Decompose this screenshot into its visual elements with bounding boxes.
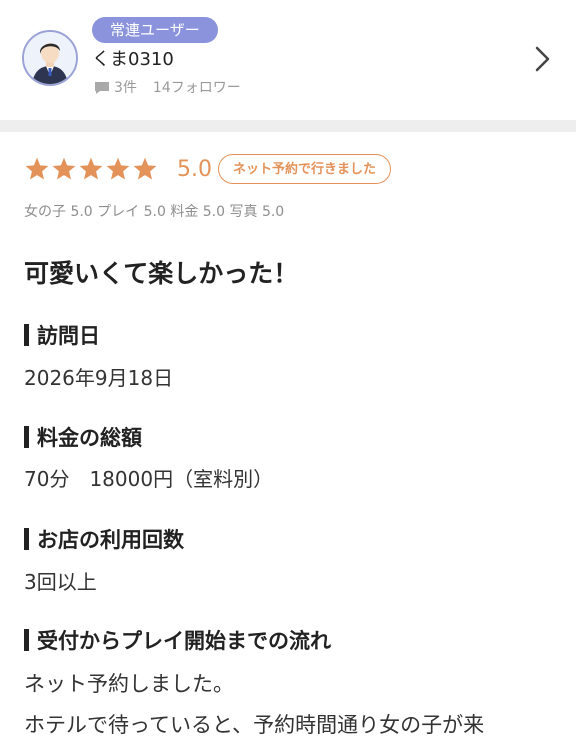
star-icon bbox=[106, 157, 130, 180]
total-price-heading: 料金の総額 bbox=[24, 422, 142, 452]
reviewer-meta: 3件 14フォロワー bbox=[94, 79, 241, 97]
heading-bar bbox=[24, 324, 29, 346]
total-price-value: 70分 18000円（室料別） bbox=[24, 467, 274, 491]
visit-date-value: 2026年9月18日 bbox=[24, 366, 174, 390]
review-title: 可愛いくて楽しかった！ bbox=[24, 259, 299, 288]
review-count: 3件 bbox=[114, 80, 137, 96]
overall-score: 5.0 bbox=[177, 156, 212, 182]
visit-date-label: 訪問日 bbox=[37, 324, 100, 348]
net-reservation-badge: ネット予約で行きました bbox=[218, 154, 392, 184]
total-price-label: 料金の総額 bbox=[37, 426, 142, 450]
rating-row: 5.0 ネット予約で行きました bbox=[24, 152, 392, 186]
visit-count-value: 3回以上 bbox=[24, 570, 97, 594]
comment-icon bbox=[95, 82, 109, 94]
sub-ratings: 女の子 5.0 プレイ 5.0 料金 5.0 写真 5.0 bbox=[24, 204, 285, 220]
reviewer-name[interactable]: くま0310 bbox=[92, 48, 174, 72]
heading-bar bbox=[24, 528, 29, 550]
visit-date-heading: 訪問日 bbox=[24, 320, 100, 350]
flow-label: 受付からプレイ開始までの流れ bbox=[37, 629, 331, 653]
star-icon bbox=[133, 157, 157, 180]
avatar[interactable] bbox=[22, 30, 78, 86]
follower-count: 14フォロワー bbox=[152, 80, 241, 96]
star-icon bbox=[79, 157, 103, 180]
regular-user-badge: 常連ユーザー bbox=[92, 17, 218, 43]
flow-heading: 受付からプレイ開始までの流れ bbox=[24, 625, 331, 655]
star-rating bbox=[24, 156, 159, 182]
visit-count-heading: お店の利用回数 bbox=[24, 524, 184, 554]
star-icon bbox=[25, 157, 49, 180]
visit-count-label: お店の利用回数 bbox=[37, 528, 184, 552]
heading-bar bbox=[24, 426, 29, 448]
chevron-right-icon[interactable] bbox=[530, 44, 554, 74]
review-body-line: ホテルで待っていると、予約時間通り女の子が来 bbox=[24, 713, 485, 737]
review-page: 常連ユーザー くま0310 3件 14フォロワー 5.0 ネット予約で行きました… bbox=[0, 0, 576, 754]
section-divider bbox=[0, 120, 576, 132]
reviewer-card[interactable]: 常連ユーザー くま0310 3件 14フォロワー bbox=[0, 0, 576, 120]
review-body-line: ネット予約しました。 bbox=[24, 672, 234, 696]
star-icon bbox=[52, 157, 76, 180]
heading-bar bbox=[24, 629, 29, 651]
